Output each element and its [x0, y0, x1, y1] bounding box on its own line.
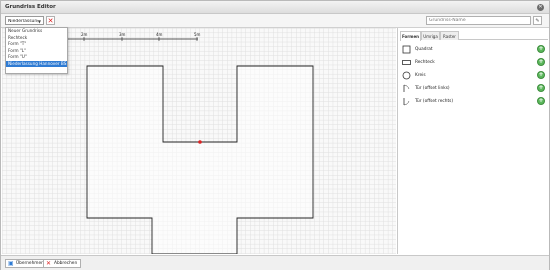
save-icon: ▣ [8, 260, 14, 267]
shape-label: Rechteck [415, 60, 435, 65]
square-icon [402, 45, 411, 54]
shape-label: Kreis [415, 73, 426, 78]
shape-row-quadrat[interactable]: Quadrat + [402, 44, 546, 55]
grundriss-editor-window: Grundriss Editor ✕ Niederlassung Ha ▼ ✕ … [0, 0, 550, 270]
scale-tick-label: 2m [81, 32, 88, 37]
shapes-panel: Formen Umriga Raster Quadrat + Rechteck … [397, 28, 549, 254]
add-icon[interactable]: + [537, 71, 545, 79]
tab-umriga[interactable]: Umriga [421, 31, 440, 40]
selected-vertex-handle[interactable] [198, 140, 202, 144]
shape-label: Quadrat [415, 47, 433, 52]
add-icon[interactable]: + [537, 45, 545, 53]
chevron-down-icon: ▼ [37, 18, 41, 24]
shape-row-rechteck[interactable]: Rechteck + [402, 57, 546, 68]
toolbar: Niederlassung Ha ▼ ✕ ✎ [1, 14, 549, 28]
panel-tabs: Formen Umriga Raster [400, 31, 548, 41]
delete-floorplan-button[interactable]: ✕ [46, 16, 55, 25]
title-bar: Grundriss Editor ✕ [1, 1, 549, 14]
edit-icon: ✎ [535, 18, 540, 24]
shape-label: Tür (offset links) [415, 86, 450, 91]
toolbar-action-button[interactable]: ✎ [533, 16, 542, 25]
window-title: Grundriss Editor [5, 4, 56, 10]
tab-raster[interactable]: Raster [440, 31, 459, 40]
add-icon[interactable]: + [537, 84, 545, 92]
door-right-icon [403, 98, 410, 106]
floorplan-select[interactable]: Niederlassung Ha ▼ [5, 16, 44, 25]
tab-formen[interactable]: Formen [400, 31, 421, 41]
scale-tick-label: 3m [119, 32, 126, 37]
door-left-icon [403, 84, 410, 92]
close-icon[interactable]: ✕ [537, 4, 544, 11]
cancel-button-label: Abbrechen [54, 261, 78, 266]
shape-row-kreis[interactable]: Kreis + [402, 70, 546, 81]
floorplan-name-input[interactable] [426, 16, 531, 25]
add-icon[interactable]: + [537, 58, 545, 66]
shape-row-tuer-links[interactable]: Tür (offset links) + [402, 83, 546, 94]
apply-button-label: Übernehmen [16, 261, 44, 266]
apply-button[interactable]: ▣ Übernehmen [5, 259, 48, 268]
floorplan-outline[interactable] [86, 65, 314, 254]
scale-ruler: 2m 3m 4m 5m [47, 32, 201, 41]
add-icon[interactable]: + [537, 97, 545, 105]
cancel-icon: ✕ [46, 260, 52, 267]
shape-row-tuer-rechts[interactable]: Tür (offset rechts) + [402, 96, 546, 107]
footer-bar: ▣ Übernehmen ✕ Abbrechen [1, 255, 549, 270]
scale-tick-label: 4m [156, 32, 163, 37]
scale-tick-label: 5m [194, 32, 201, 37]
cancel-button[interactable]: ✕ Abbrechen [43, 259, 82, 268]
dropdown-option-niederlassung[interactable]: Niederlassung Hannover BS [6, 60, 67, 67]
circle-icon [402, 71, 411, 80]
delete-icon: ✕ [47, 17, 54, 25]
floorplan-select-value: Niederlassung Ha [8, 18, 38, 24]
shape-label: Tür (offset rechts) [415, 99, 454, 104]
rectangle-icon [402, 60, 411, 65]
floorplan-dropdown-list: Neuer Grundriss Rechteck Form "T" Form "… [5, 27, 68, 74]
